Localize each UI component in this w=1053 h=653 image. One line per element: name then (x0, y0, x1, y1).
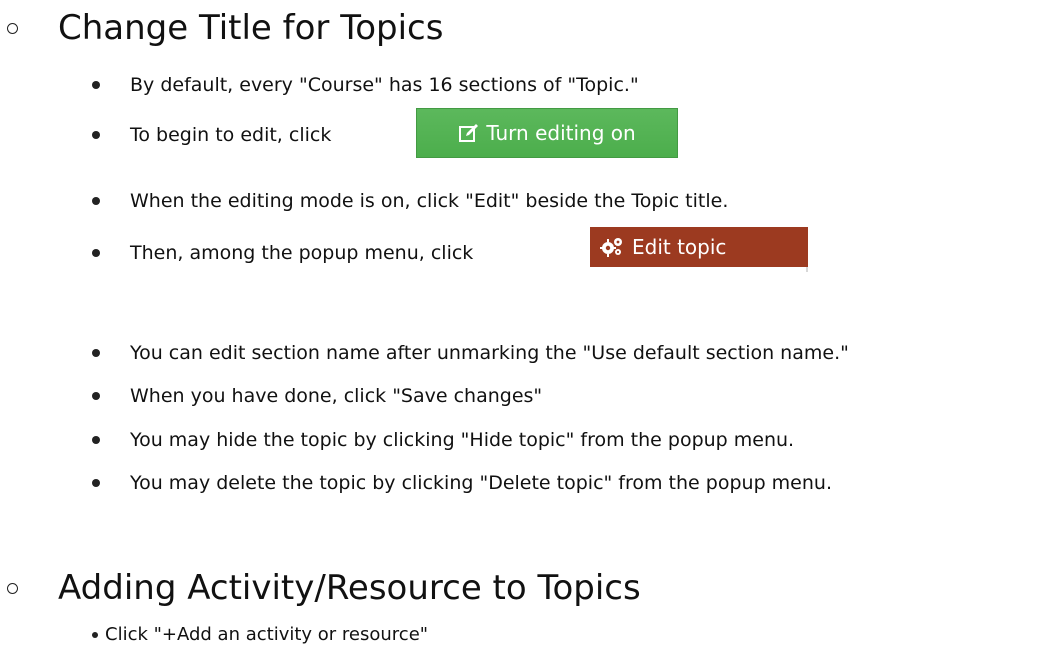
hollow-circle-bullet-icon (7, 583, 18, 594)
bullet-icon (92, 632, 98, 638)
list-item: When the editing mode is on, click "Edit… (130, 190, 729, 212)
edit-topic-button[interactable]: Edit topic (590, 227, 808, 267)
bullet-icon (92, 479, 100, 487)
list-item: When you have done, click "Save changes" (130, 385, 543, 407)
section-title: Adding Activity/Resource to Topics (58, 568, 641, 608)
cogs-icon (600, 236, 624, 258)
turn-editing-on-button[interactable]: Turn editing on (416, 108, 678, 158)
bullet-icon (92, 392, 100, 400)
list-item: Then, among the popup menu, click (130, 242, 474, 264)
hollow-circle-bullet-icon (7, 23, 18, 34)
section-title: Change Title for Topics (58, 8, 444, 48)
list-item: By default, every "Course" has 16 sectio… (130, 74, 639, 96)
turn-editing-on-label: Turn editing on (486, 121, 636, 145)
bullet-icon (92, 81, 100, 89)
list-item: To begin to edit, click (130, 124, 332, 146)
bullet-icon (92, 436, 100, 444)
bullet-icon (92, 349, 100, 357)
bullet-icon (92, 197, 100, 205)
list-item: Click "+Add an activity or resource" (105, 624, 429, 645)
pencil-square-icon (458, 122, 480, 144)
edit-topic-label: Edit topic (632, 235, 727, 259)
list-item: You can edit section name after unmarkin… (130, 342, 849, 364)
bullet-icon (92, 131, 100, 139)
list-item: You may hide the topic by clicking "Hide… (130, 429, 795, 451)
bullet-icon (92, 249, 100, 257)
list-item: You may delete the topic by clicking "De… (130, 472, 832, 494)
